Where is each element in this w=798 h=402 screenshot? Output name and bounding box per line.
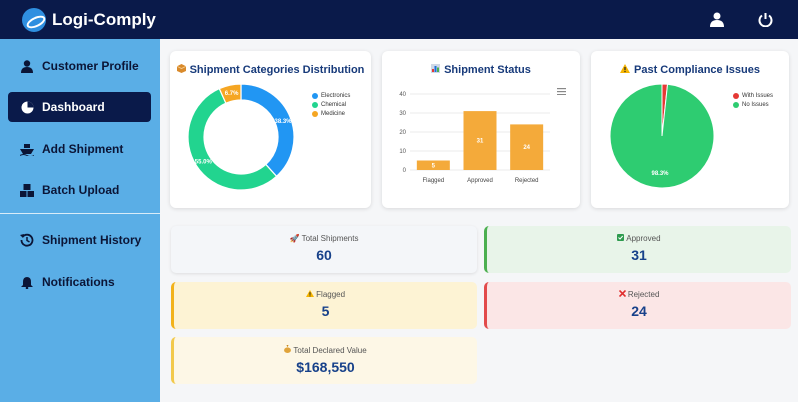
legend-item: No Issues xyxy=(733,102,773,108)
sidebar-item-label: Shipment History xyxy=(42,233,142,247)
declared-value-label: Total Declared Value xyxy=(293,346,367,355)
rejected-card: Rejected 24 xyxy=(484,282,791,329)
bell-icon xyxy=(20,275,34,289)
x-tick-label: Flagged xyxy=(422,178,444,184)
y-tick-label: 0 xyxy=(403,168,407,174)
y-tick-label: 40 xyxy=(399,92,406,98)
sidebar-item-label: Customer Profile xyxy=(42,59,139,73)
check-icon xyxy=(617,234,626,243)
legend-item: Electronics xyxy=(312,93,350,99)
sidebar-item-add-shipment[interactable]: Add Shipment xyxy=(8,134,151,164)
sidebar-item-shipment-history[interactable]: Shipment History xyxy=(8,225,151,255)
rejected-label: Rejected xyxy=(627,290,660,299)
y-tick-label: 10 xyxy=(399,149,406,155)
user-icon xyxy=(20,59,34,73)
rocket-icon: 🚀 xyxy=(289,234,302,243)
categories-legend: Electronics Chemical Medicine xyxy=(312,93,350,120)
status-bar-chart: 0102030405Flagged31Approved24Rejected xyxy=(399,92,550,184)
declared-value-card: Total Declared Value $168,550 xyxy=(171,337,477,384)
y-tick-label: 20 xyxy=(399,130,406,136)
x-icon xyxy=(618,289,628,299)
rejected-value: 24 xyxy=(631,303,647,319)
globe-logo-icon xyxy=(22,7,46,32)
legend-swatch xyxy=(312,93,318,99)
sidebar: Customer Profile Dashboard Add Shipment … xyxy=(0,39,160,402)
app-title: Logi-Comply xyxy=(52,9,156,29)
declared-value-value: $168,550 xyxy=(296,359,355,375)
total-shipments-label: Total Shipments xyxy=(301,234,359,243)
slice-label: 6.7% xyxy=(225,91,239,97)
warning-icon xyxy=(305,290,316,299)
x-tick-label: Rejected xyxy=(515,178,539,184)
x-tick-label: Approved xyxy=(467,178,493,184)
pie-icon xyxy=(20,100,34,114)
compliance-legend: With Issues No Issues xyxy=(733,93,773,111)
legend-item: Medicine xyxy=(312,111,350,117)
y-tick-label: 30 xyxy=(399,111,406,117)
legend-item: Chemical xyxy=(312,102,350,108)
legend-swatch xyxy=(312,111,318,117)
flagged-value: 5 xyxy=(321,303,330,319)
ship-icon xyxy=(20,142,34,156)
flagged-label: Flagged xyxy=(316,290,346,299)
legend-item: With Issues xyxy=(733,93,773,99)
power-icon[interactable] xyxy=(756,10,774,28)
total-shipments-card: 🚀 Total Shipments 60 xyxy=(171,226,477,273)
sidebar-item-label: Dashboard xyxy=(42,100,105,114)
approved-card: Approved 31 xyxy=(484,226,791,273)
bar-value-label: 24 xyxy=(523,145,530,151)
compliance-card: Past Compliance Issues 98.3% With Issues… xyxy=(591,51,789,208)
top-bar: Logi-Comply xyxy=(0,0,798,39)
sidebar-item-label: Notifications xyxy=(42,275,115,289)
donut-slice-electronics xyxy=(240,83,295,178)
slice-label: 38.3% xyxy=(274,119,292,125)
history-icon xyxy=(20,233,34,247)
categories-card: Shipment Categories Distribution 38.3% 55… xyxy=(170,51,371,208)
bar-value-label: 31 xyxy=(477,139,484,145)
sidebar-item-dashboard[interactable]: Dashboard xyxy=(8,92,151,122)
categories-donut-chart: 38.3% 55.0% 6.7% xyxy=(187,83,295,191)
legend-swatch xyxy=(733,102,739,108)
compliance-pie-chart: 98.3% xyxy=(609,83,715,189)
flagged-card: Flagged 5 xyxy=(171,282,477,329)
sidebar-item-batch-upload[interactable]: Batch Upload xyxy=(8,175,151,205)
total-shipments-value: 60 xyxy=(316,247,332,263)
sidebar-item-label: Add Shipment xyxy=(42,142,124,156)
slice-label: 98.3% xyxy=(651,171,669,177)
sidebar-divider xyxy=(0,213,160,214)
approved-label: Approved xyxy=(626,234,661,243)
approved-value: 31 xyxy=(631,247,647,263)
sidebar-item-customer-profile[interactable]: Customer Profile xyxy=(8,51,151,81)
legend-swatch xyxy=(312,102,318,108)
sidebar-item-notifications[interactable]: Notifications xyxy=(8,267,151,297)
slice-label: 55.0% xyxy=(195,160,213,166)
status-card: Shipment Status 0 10 20 30 40 5 Flagged 31 Appro… xyxy=(382,51,580,208)
sidebar-item-label: Batch Upload xyxy=(42,183,120,197)
legend-swatch xyxy=(733,93,739,99)
boxes-icon xyxy=(20,183,34,197)
user-account-icon[interactable] xyxy=(708,10,726,28)
